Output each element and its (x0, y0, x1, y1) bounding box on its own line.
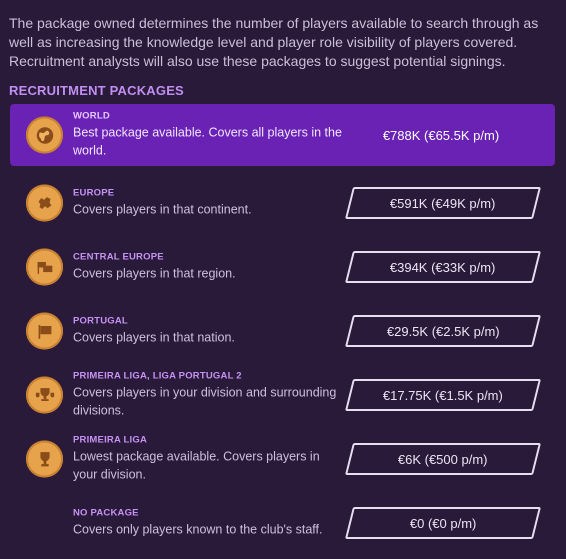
flag-icon (26, 312, 63, 350)
package-name: CENTRAL EUROPE (73, 251, 164, 263)
package-price-button[interactable]: €591K (€49K p/m) (345, 187, 541, 219)
package-row-primeira-liga[interactable]: PRIMEIRA LIGA Lowest package available. … (10, 428, 555, 490)
package-desc: Covers players in that region. (73, 266, 236, 281)
package-name: PRIMEIRA LIGA (73, 434, 148, 446)
continent-icon (26, 184, 63, 222)
trophies-icon (26, 376, 63, 414)
package-price-button[interactable]: €394K (€33K p/m) (345, 251, 541, 283)
package-name: EUROPE (73, 187, 115, 199)
package-desc: Lowest package available. Covers players… (73, 449, 320, 482)
package-price-button[interactable]: €29.5K (€2.5K p/m) (345, 315, 541, 347)
section-title: RECRUITMENT PACKAGES (9, 83, 184, 98)
trophy-icon (26, 440, 63, 478)
package-desc: Covers players in that nation. (73, 330, 235, 345)
package-name: NO PACKAGE (73, 507, 139, 519)
package-desc: Covers players in your division and surr… (73, 385, 337, 418)
intro-text: The package owned determines the number … (9, 15, 539, 69)
package-price-button[interactable]: €6K (€500 p/m) (345, 443, 541, 475)
package-row-europe[interactable]: EUROPE Covers players in that continent.… (10, 172, 555, 234)
package-row-central-europe[interactable]: CENTRAL EUROPE Covers players in that re… (10, 236, 555, 298)
package-price-button[interactable]: €17.75K (€1.5K p/m) (345, 379, 541, 411)
package-row-world[interactable]: WORLD Best package available. Covers all… (10, 104, 555, 166)
globe-icon (26, 116, 63, 154)
package-desc: Best package available. Covers all playe… (73, 125, 342, 158)
package-desc: Covers players in that continent. (73, 202, 252, 217)
package-name: WORLD (73, 110, 110, 122)
package-price: €788K (€65.5K p/m) (382, 127, 500, 143)
package-row-no-package[interactable]: NO PACKAGE Covers only players known to … (10, 492, 555, 554)
package-row-primeira-liga-liga-portugal-2[interactable]: PRIMEIRA LIGA, LIGA PORTUGAL 2 Covers pl… (10, 364, 555, 426)
package-price-button[interactable]: €0 (€0 p/m) (345, 507, 541, 539)
package-name: PORTUGAL (73, 315, 128, 327)
package-desc: Covers only players known to the club's … (73, 522, 323, 537)
region-flags-icon (26, 248, 63, 286)
package-row-portugal[interactable]: PORTUGAL Covers players in that nation. … (10, 300, 555, 362)
package-name: PRIMEIRA LIGA, LIGA PORTUGAL 2 (73, 370, 242, 382)
